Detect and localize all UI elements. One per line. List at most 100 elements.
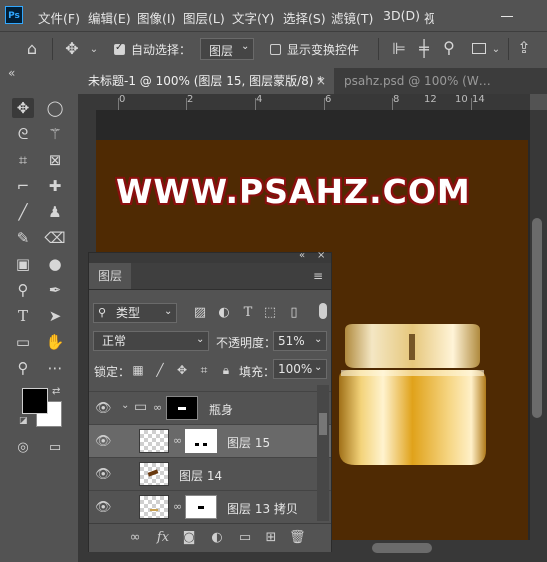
visibility-eye-icon[interactable]: 👁︎ [95,467,112,482]
type-filter-icon[interactable]: T [241,305,255,321]
chevron-down-icon[interactable]: ⌄ [89,42,99,58]
menu-layer[interactable]: 图层(L) [183,8,225,27]
gradient-tool-icon[interactable]: ▣ [12,254,34,274]
opacity-input[interactable]: 51% ⌄ [273,331,327,351]
more-tools-icon[interactable]: ⋯ [44,358,66,378]
search-icon[interactable]: ⚲ [441,40,457,56]
link-icon[interactable]: ∞ [173,434,183,447]
lock-pixels-icon[interactable]: ╱ [153,362,167,378]
zoom-tool-icon[interactable]: ⚲ [12,358,34,378]
filter-kind-dropdown[interactable]: ⚲ 类型 ⌄ [93,303,177,323]
image-filter-icon[interactable]: ▨ [193,305,207,321]
share-icon[interactable]: ⇪ [516,40,532,56]
menu-select[interactable]: 选择(S) [283,8,326,27]
show-transform-checkbox[interactable] [270,44,281,55]
layer-mask-thumbnail[interactable] [185,429,217,453]
auto-select-checkbox[interactable] [114,42,125,55]
eyedropper-icon[interactable]: ⌐ [12,176,34,196]
toolbar-header: « [0,66,78,94]
tab-untitled-1[interactable]: 未标题-1 @ 100% (图层 15, 图层蒙版/8) * × [78,68,334,94]
brush-tool-icon[interactable]: ╱ [12,202,34,222]
menu-file[interactable]: 文件(F) [38,8,80,27]
chevron-down-icon[interactable]: ⌄ [491,42,501,58]
layer-mask-thumbnail[interactable] [185,495,217,519]
history-brush-icon[interactable]: ✎ [12,228,34,248]
healing-brush-icon[interactable]: ✚ [44,176,66,196]
default-colors-icon[interactable]: ◪ [19,416,28,426]
foreground-color-swatch[interactable] [22,388,48,414]
lock-transparent-icon[interactable]: ▦ [131,362,145,378]
filter-toggle[interactable] [319,303,327,319]
chevron-down-icon[interactable]: ⌄ [121,400,129,411]
path-select-icon[interactable]: ➤ [44,306,66,326]
fx-icon[interactable]: fx [155,530,171,545]
pen-tool-icon[interactable]: ✒ [44,280,66,300]
layer-row[interactable]: 👁︎ 图层 14 [89,457,331,490]
visibility-eye-icon[interactable]: 👁︎ [95,434,112,449]
layer-row-group[interactable]: 👁︎ ⌄ ▭ ∞ 瓶身 [89,391,331,424]
hand-tool-icon[interactable]: ✋ [44,332,66,352]
screen-mode-icon[interactable]: ▭ [44,438,66,458]
auto-select-target-dropdown[interactable]: 图层 ⌄ [200,38,254,60]
shape-filter-icon[interactable]: ⬚ [263,305,277,321]
layer-row-selected[interactable]: 👁︎ ∞ 图层 15 [89,424,331,457]
menu-image[interactable]: 图像(I) [137,8,175,27]
minimize-button[interactable] [500,8,514,22]
lock-position-icon[interactable]: ✥ [175,362,189,378]
ruler-label: 6 [325,94,332,105]
align-center-icon[interactable]: ╪ [416,41,432,57]
link-icon[interactable]: ∞ [153,401,163,414]
workspace-icon[interactable] [472,43,486,54]
quick-mask-icon[interactable]: ◎ [12,438,34,458]
horizontal-scroll-thumb[interactable] [372,543,432,553]
layers-scrollbar[interactable] [317,385,329,521]
link-layers-icon[interactable]: ∞ [127,530,143,545]
collapse-icon[interactable]: « [299,250,305,261]
move-tool-icon[interactable]: ✥ [12,98,34,118]
collapse-icon[interactable]: « [8,66,15,80]
adjustment-filter-icon[interactable]: ◐ [217,305,231,321]
menu-type[interactable]: 文字(Y) [232,8,274,27]
marquee-tool-icon[interactable]: ◯ [44,98,66,118]
blur-tool-icon[interactable]: ● [44,254,66,274]
eraser-tool-icon[interactable]: ⌫ [44,228,66,248]
magic-wand-icon[interactable]: ⚚ [44,124,66,144]
dodge-tool-icon[interactable]: ⚲ [12,280,34,300]
align-left-icon[interactable]: ⊫ [391,41,407,57]
adjustment-layer-icon[interactable]: ◐ [209,530,225,545]
trash-icon[interactable]: 🗑︎ [289,530,306,545]
close-icon[interactable]: × [317,250,325,261]
type-tool-icon[interactable]: T [12,306,34,326]
layers-scroll-thumb[interactable] [319,413,327,435]
tab-psahz[interactable]: psahz.psd @ 100% (W… [334,68,547,94]
swap-colors-icon[interactable]: ⇄ [52,386,60,397]
tab-layers[interactable]: 图层 [89,263,131,289]
group-mask-thumbnail[interactable] [166,396,198,420]
menu-view[interactable]: 视 [424,8,434,27]
layer-row[interactable]: 👁︎ ∞ 图层 13 拷贝 [89,490,331,523]
new-layer-icon[interactable]: ⊞ [263,530,279,545]
menu-filter[interactable]: 滤镜(T) [331,8,373,27]
smart-object-filter-icon[interactable]: ▯ [287,305,301,321]
visibility-eye-icon[interactable]: 👁︎ [95,500,112,515]
rectangle-tool-icon[interactable]: ▭ [12,332,34,352]
stamp-tool-icon[interactable]: ♟ [44,202,66,222]
menu-edit[interactable]: 编辑(E) [88,8,131,27]
close-icon[interactable]: × [316,68,326,94]
lock-artboard-icon[interactable]: ⌗ [197,362,211,378]
visibility-eye-icon[interactable]: 👁︎ [95,401,112,416]
lock-all-icon[interactable]: 🔒︎ [219,362,233,378]
vertical-scroll-thumb[interactable] [532,218,542,418]
move-tool-icon[interactable]: ✥ [63,41,81,57]
panel-menu-icon[interactable]: ≡ [313,269,323,283]
menu-3d[interactable]: 3D(D) [383,8,420,23]
lasso-tool-icon[interactable]: ᘓ [12,124,34,144]
link-icon[interactable]: ∞ [173,500,183,513]
crop-tool-icon[interactable]: ⌗ [12,150,34,170]
add-mask-icon[interactable]: ◙ [181,530,197,545]
home-icon[interactable]: ⌂ [23,41,41,57]
blend-mode-dropdown[interactable]: 正常 ⌄ [93,331,209,351]
frame-tool-icon[interactable]: ⊠ [44,150,66,170]
fill-input[interactable]: 100% ⌄ [273,359,327,379]
new-group-icon[interactable]: ▭ [237,530,253,545]
